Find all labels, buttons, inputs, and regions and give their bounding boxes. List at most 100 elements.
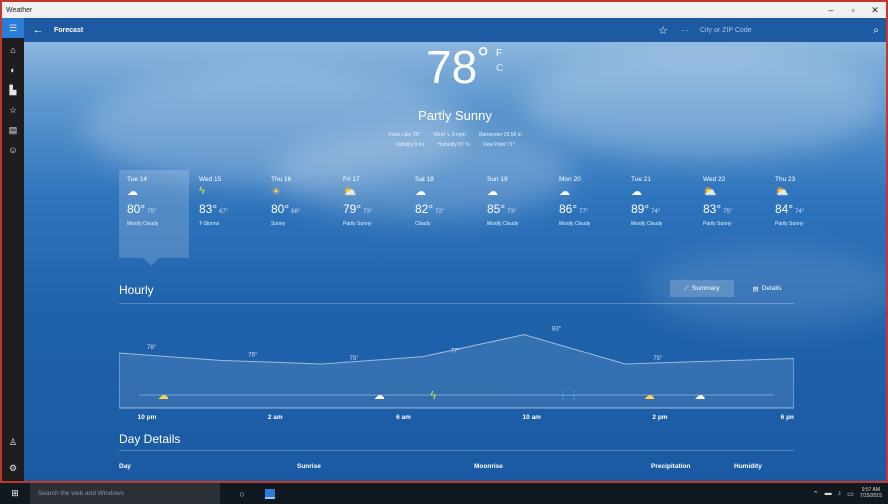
sunny-icon: ☀: [271, 186, 281, 198]
city-search-input[interactable]: City or ZIP Code: [696, 18, 866, 42]
home-icon[interactable]: ⌂: [2, 40, 24, 60]
selected-day-pointer: [143, 258, 159, 266]
partly-sunny-icon: ⛅: [775, 186, 789, 198]
day-details-humidity: Humidity: [734, 463, 762, 470]
humidity: Humidity 87 %: [437, 142, 470, 148]
back-arrow-icon[interactable]: ←: [26, 24, 50, 36]
thunderstorm-icon: ϟ: [430, 389, 437, 402]
summary-button[interactable]: ⟋ Summary: [670, 280, 734, 297]
hourly-temp-label-5: 75°: [653, 356, 663, 362]
thunderstorm-icon: ϟ: [199, 185, 205, 197]
hour-label-5: 6 pm: [781, 414, 794, 421]
partly-sunny-icon: ⛅: [703, 186, 717, 198]
hourly-temperature-area: [119, 334, 794, 409]
day-tile-2[interactable]: Thu 16 ☀ 80° 68° Sunny: [263, 170, 333, 258]
cloudy-icon: ☁: [415, 186, 426, 198]
rain-icon: ⋮⋮: [557, 389, 579, 402]
hourly-temp-label-2: 75°: [350, 356, 360, 362]
mostly-cloudy-icon: ☁: [631, 186, 642, 198]
settings-icon[interactable]: ⚙: [2, 458, 24, 478]
sidebar: ☰ ⌂ ◐ ▙ ☆ ▤ ☺ ♙ ⚙: [2, 18, 24, 481]
cloudy-icon-2: ☁: [694, 389, 705, 402]
list-icon: ▤: [752, 285, 759, 293]
chart-icon: ⟋: [684, 284, 689, 292]
forecast-content: ← Forecast ☆ ··· City or ZIP Code ⌕ 78° …: [24, 18, 886, 481]
day-details-precipitation: Precipitation: [651, 463, 691, 470]
mostly-cloudy-icon: ☁: [127, 186, 138, 198]
day-tile-5[interactable]: Sun 19 ☁ 85° 73° Mostly Cloudy: [479, 170, 549, 258]
current-temperature: 78°: [426, 41, 490, 93]
hour-label-3: 10 am: [523, 414, 542, 421]
current-condition: Partly Sunny: [418, 108, 492, 123]
hourly-temp-label-3: 77°: [451, 349, 461, 355]
partly-sunny-icon: ☁: [644, 389, 655, 402]
mostly-cloudy-icon: ☁: [487, 186, 498, 198]
day-tile-7[interactable]: Tue 21 ☁ 89° 74° Mostly Cloudy: [623, 170, 693, 258]
historical-weather-icon[interactable]: ▙: [2, 80, 24, 100]
menu-icon[interactable]: ☰: [2, 18, 24, 38]
hour-label-2: 6 am: [396, 414, 411, 421]
day-details-sunrise: Sunrise: [297, 463, 321, 470]
day-details-heading: Day Details: [119, 432, 181, 446]
day-tile-3[interactable]: Fri 17 ⛅ 79° 73° Partly Sunny: [335, 170, 405, 258]
taskbar-search-input[interactable]: Search the web and Windows: [30, 483, 220, 504]
favorites-icon[interactable]: ☆: [2, 100, 24, 120]
maps-icon[interactable]: ◐: [2, 60, 24, 80]
notifications-icon[interactable]: ▭: [847, 490, 854, 498]
clock[interactable]: 9:57 AM 7/15/2015: [860, 487, 882, 500]
app-bar: ← Forecast ☆ ··· City or ZIP Code ⌕: [24, 18, 886, 42]
day-details-divider: [119, 450, 794, 451]
search-icon[interactable]: ⌕: [866, 25, 886, 36]
task-view-icon[interactable]: ○: [230, 489, 254, 499]
hourly-temp-label-4: 83°: [552, 327, 562, 333]
mostly-cloudy-icon: ☁: [559, 186, 570, 198]
dew-point: Dew Point 71°: [483, 142, 515, 148]
current-stats-row-1: Feels Like 78° Wind ➘ 9 mph Barometer 29…: [24, 132, 886, 138]
partly-cloudy-night-icon: ☁: [158, 389, 169, 402]
details-button[interactable]: ▤ Details: [740, 280, 794, 297]
close-button[interactable]: ✕: [864, 5, 886, 16]
page-title: Forecast: [54, 26, 84, 34]
feedback-icon[interactable]: ☺: [2, 140, 24, 160]
unit-fahrenheit-toggle[interactable]: F: [496, 48, 502, 59]
cloudy-icon: ☁: [374, 389, 385, 402]
hourly-temperature-chart: 78° 76° 75° 77° 83° 75° ☁ ☁ ϟ ⋮⋮ ☁ ☁ 10 pm 2 am 6 am 10…: [119, 327, 794, 421]
windows-start-icon[interactable]: ⊞: [0, 483, 30, 504]
network-icon[interactable]: ▬: [825, 490, 832, 497]
day-tile-6[interactable]: Mon 20 ☁ 86° 77° Mostly Cloudy: [551, 170, 621, 258]
visibility: Visibility 9 mi: [395, 142, 425, 148]
day-details-moonrise: Moonrise: [474, 463, 503, 470]
unit-celsius-toggle[interactable]: C: [496, 63, 503, 74]
day-details-day: Day: [119, 463, 131, 470]
maximize-button[interactable]: ▫: [842, 5, 864, 15]
more-options-icon[interactable]: ···: [674, 26, 696, 35]
show-hidden-icons-icon[interactable]: ⌃: [813, 490, 819, 498]
volume-icon[interactable]: ♪: [838, 490, 842, 497]
hourly-divider: [119, 303, 794, 304]
current-stats-row-2: Visibility 9 mi Humidity 87 % Dew Point …: [24, 142, 886, 148]
hourly-temp-label-0: 78°: [147, 345, 157, 351]
title-bar: Weather – ▫ ✕: [2, 2, 886, 18]
partly-sunny-icon: ⛅: [343, 186, 357, 198]
weather-window: Weather – ▫ ✕ ☰ ⌂ ◐ ▙ ☆ ▤ ☺ ♙ ⚙ ← Foreca…: [0, 0, 888, 483]
day-tile-4[interactable]: Sat 18 ☁ 82° 72° Cloudy: [407, 170, 477, 258]
window-title: Weather: [6, 6, 33, 14]
day-tile-8[interactable]: Wed 22 ⛅ 83° 75° Partly Sunny: [695, 170, 765, 258]
day-tile-1[interactable]: Wed 15 ϟ 83° 67° T-Storms: [191, 170, 261, 258]
favorite-star-icon[interactable]: ☆: [652, 24, 674, 37]
wind: Wind ➘ 9 mph: [433, 132, 466, 138]
barometer: Barometer 29.56 in: [479, 132, 522, 138]
taskbar: ⊞ Search the web and Windows ○ ⌃ ▬ ♪ ▭ 9…: [0, 483, 888, 504]
hourly-temp-label-1: 76°: [248, 352, 258, 358]
daily-forecast-strip: Tue 14 ☁ 80° 75° Mostly Cloudy Wed 15 ϟ 8…: [119, 170, 839, 270]
day-tile-0[interactable]: Tue 14 ☁ 80° 75° Mostly Cloudy: [119, 170, 189, 258]
hour-label-1: 2 am: [268, 414, 283, 421]
hourly-heading: Hourly: [119, 283, 154, 297]
minimize-button[interactable]: –: [820, 5, 842, 15]
news-icon[interactable]: ▤: [2, 120, 24, 140]
hour-label-4: 2 pm: [652, 414, 667, 421]
day-tile-9[interactable]: Thu 23 ⛅ 84° 74° Partly Sunny: [767, 170, 837, 258]
account-icon[interactable]: ♙: [2, 432, 24, 452]
weather-app-taskbar-icon[interactable]: [258, 483, 282, 504]
feels-like: Feels Like 78°: [388, 132, 421, 138]
